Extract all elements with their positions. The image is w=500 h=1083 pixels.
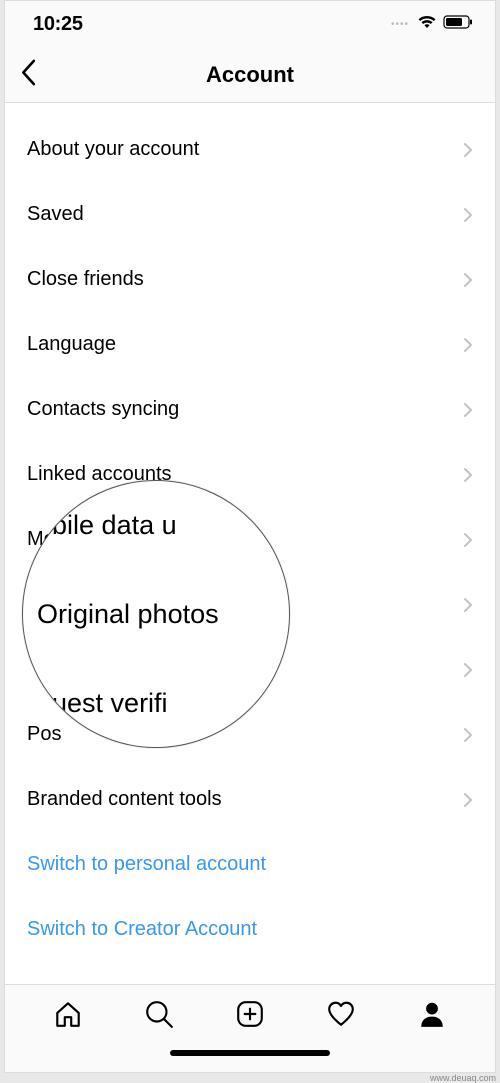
chevron-left-icon	[19, 58, 37, 86]
home-indicator	[170, 1050, 330, 1056]
battery-icon	[443, 15, 473, 34]
magnifier-overlay: obile data u Original photos quest verif…	[22, 480, 290, 748]
page-title: Account	[19, 62, 481, 88]
chevron-right-icon	[463, 532, 473, 548]
profile-icon	[417, 999, 447, 1029]
nav-activity[interactable]	[325, 998, 357, 1030]
watermark: www.deuaq.com	[430, 1073, 496, 1083]
bottom-nav	[5, 984, 495, 1046]
back-button[interactable]	[19, 58, 37, 91]
magnifier-content: obile data u Original photos quest verif…	[22, 481, 290, 748]
chevron-right-icon	[463, 467, 473, 483]
row-branded-content-tools[interactable]: Branded content tools	[5, 767, 495, 832]
mag-row-mobile-data: obile data u	[22, 481, 290, 570]
row-contacts-syncing[interactable]: Contacts syncing	[5, 377, 495, 442]
row-language[interactable]: Language	[5, 312, 495, 377]
row-saved[interactable]: Saved	[5, 182, 495, 247]
row-label: Saved	[27, 203, 84, 226]
chevron-right-icon	[463, 662, 473, 678]
chevron-right-icon	[463, 402, 473, 418]
link-switch-creator[interactable]: Switch to Creator Account	[5, 897, 495, 962]
chevron-right-icon	[463, 597, 473, 613]
mag-row-request-verification: quest verifi	[22, 659, 290, 748]
status-bar: 10:25 ••••	[5, 1, 495, 47]
row-label: Contacts syncing	[27, 398, 179, 421]
chevron-right-icon	[463, 207, 473, 223]
chevron-right-icon	[463, 272, 473, 288]
signal-dots-icon: ••••	[391, 19, 409, 30]
status-time: 10:25	[33, 13, 83, 36]
row-label: About your account	[27, 138, 199, 161]
nav-search[interactable]	[143, 998, 175, 1030]
chevron-right-icon	[463, 727, 473, 743]
link-label: Switch to Creator Account	[27, 918, 257, 941]
chevron-right-icon	[463, 337, 473, 353]
heart-icon	[326, 999, 356, 1029]
plus-square-icon	[235, 999, 265, 1029]
nav-home[interactable]	[52, 998, 84, 1030]
row-label: Language	[27, 333, 116, 356]
chevron-right-icon	[463, 792, 473, 808]
status-right: ••••	[391, 14, 473, 34]
row-close-friends[interactable]: Close friends	[5, 247, 495, 312]
mag-row-original-photos: Original photos	[22, 570, 290, 659]
search-icon	[144, 999, 174, 1029]
row-label: Branded content tools	[27, 788, 222, 811]
row-label: Close friends	[27, 268, 144, 291]
wifi-icon	[417, 14, 437, 34]
nav-create[interactable]	[234, 998, 266, 1030]
home-indicator-area	[5, 1046, 495, 1072]
link-label: Switch to personal account	[27, 853, 266, 876]
chevron-right-icon	[463, 142, 473, 158]
home-icon	[53, 999, 83, 1029]
link-switch-personal[interactable]: Switch to personal account	[5, 832, 495, 897]
row-about-your-account[interactable]: About your account	[5, 117, 495, 182]
nav-profile[interactable]	[416, 998, 448, 1030]
nav-header: Account	[5, 47, 495, 103]
